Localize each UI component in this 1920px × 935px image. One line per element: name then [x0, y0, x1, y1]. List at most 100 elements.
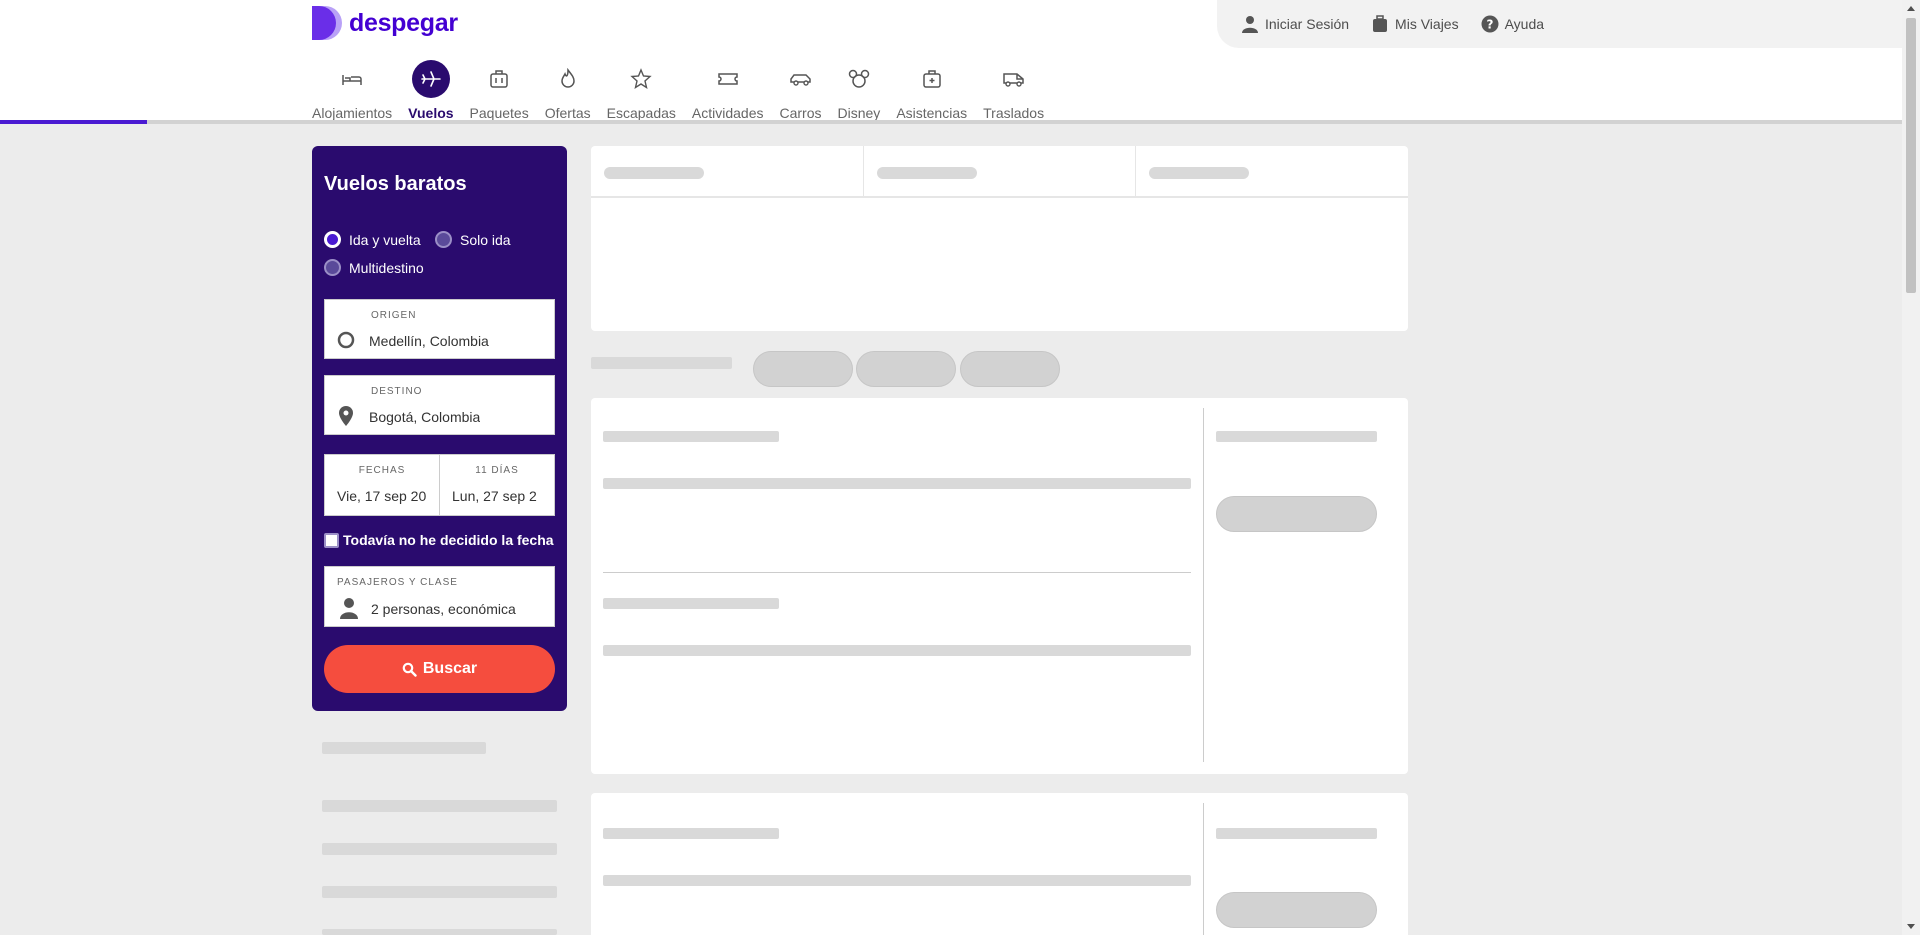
skeleton-bar — [603, 875, 1191, 886]
skeleton-button — [1216, 496, 1377, 532]
sort-skeleton-label — [591, 357, 732, 369]
user-icon — [1242, 16, 1258, 33]
location-pin-icon — [339, 406, 353, 426]
product-nav: Alojamientos Vuelos Paquetes Ofertas Esc… — [304, 60, 1052, 121]
shuttle-icon — [995, 60, 1033, 98]
passengers-field[interactable]: PASAJEROS Y CLASE 2 personas, económica — [324, 566, 555, 627]
header: despegar Iniciar Sesión Mis Viajes ? Ayu… — [0, 0, 1902, 124]
login-link[interactable]: Iniciar Sesión — [1241, 15, 1349, 33]
radio-icon — [324, 259, 341, 276]
my-trips-link[interactable]: Mis Viajes — [1371, 15, 1459, 33]
radio-selected-icon — [324, 231, 341, 248]
scroll-down-arrow-icon[interactable] — [1907, 924, 1915, 929]
origin-circle-icon — [337, 331, 355, 349]
nav-item-alojamientos[interactable]: Alojamientos — [304, 60, 400, 121]
scroll-up-arrow-icon[interactable] — [1907, 6, 1915, 11]
search-icon — [402, 662, 417, 677]
sidebar-skeleton-line — [322, 886, 557, 898]
nav-label: Traslados — [983, 105, 1045, 121]
star-icon — [622, 60, 660, 98]
nav-item-traslados[interactable]: Traslados — [975, 60, 1052, 121]
dates-field: FECHAS Vie, 17 sep 20 11 DÍAS Lun, 27 se… — [324, 454, 555, 516]
results-summary-skeleton — [591, 146, 1408, 331]
nav-label: Ofertas — [544, 105, 591, 121]
trip-type-multidestination[interactable]: Multidestino — [324, 259, 424, 276]
svg-text:?: ? — [1486, 18, 1493, 32]
loading-progress-bar — [0, 120, 1902, 124]
filter-chip-skeleton — [960, 351, 1060, 387]
summary-tab-skeleton — [1136, 146, 1408, 196]
despegar-logo-icon — [312, 6, 342, 40]
search-title: Vuelos baratos — [324, 173, 467, 195]
top-bar: Iniciar Sesión Mis Viajes ? Ayuda — [1217, 0, 1902, 48]
nav-item-carros[interactable]: Carros — [772, 60, 830, 121]
nav-item-escapadas[interactable]: Escapadas — [599, 60, 684, 121]
page-scrollbar[interactable] — [1902, 0, 1920, 935]
destination-field[interactable]: DESTINO Bogotá, Colombia — [324, 375, 555, 435]
nav-label: Actividades — [691, 105, 764, 121]
skeleton-bar — [603, 645, 1191, 656]
flight-result-skeleton — [591, 398, 1408, 774]
undecided-date-checkbox[interactable]: Todavía no he decidido la fecha — [324, 532, 554, 548]
radio-icon — [435, 231, 452, 248]
scroll-thumb[interactable] — [1906, 18, 1916, 293]
trip-type-label: Multidestino — [349, 259, 424, 276]
checkbox-icon — [324, 532, 339, 548]
search-button[interactable]: Buscar — [324, 645, 555, 693]
filter-chip-skeleton — [856, 351, 956, 387]
brand-name: despegar — [349, 8, 458, 37]
divider — [1203, 408, 1204, 762]
my-trips-label: Mis Viajes — [1395, 16, 1459, 32]
help-link[interactable]: ? Ayuda — [1481, 15, 1544, 33]
skeleton-bar — [1149, 167, 1250, 179]
return-date-value: Lun, 27 sep 2 — [452, 488, 537, 504]
nav-item-vuelos[interactable]: Vuelos — [400, 60, 461, 121]
nav-item-actividades[interactable]: Actividades — [684, 60, 772, 121]
summary-tab-skeleton — [864, 146, 1137, 196]
departure-date-value: Vie, 17 sep 20 — [337, 488, 427, 504]
nav-label: Alojamientos — [312, 105, 393, 121]
trip-type-roundtrip[interactable]: Ida y vuelta — [324, 231, 421, 248]
skeleton-bar — [1216, 828, 1377, 839]
skeleton-button — [1216, 892, 1377, 928]
luggage-icon — [480, 60, 518, 98]
filter-chip-skeleton — [753, 351, 853, 387]
divider — [603, 572, 1191, 573]
nav-label: Vuelos — [408, 105, 454, 121]
nav-label: Asistencias — [896, 105, 968, 121]
departure-date-field[interactable]: FECHAS Vie, 17 sep 20 — [325, 455, 439, 515]
nav-label: Paquetes — [469, 105, 529, 121]
trip-type-oneway[interactable]: Solo ida — [435, 231, 511, 248]
destination-value: Bogotá, Colombia — [369, 409, 481, 425]
bed-icon — [333, 60, 371, 98]
help-icon: ? — [1481, 15, 1499, 33]
trip-type-label: Solo ida — [460, 231, 511, 248]
skeleton-bar — [876, 167, 977, 179]
skeleton-bar — [603, 431, 779, 442]
brand-logo[interactable]: despegar — [312, 6, 458, 40]
passengers-value: 2 personas, económica — [371, 601, 516, 617]
plane-icon — [411, 60, 450, 98]
search-button-label: Buscar — [422, 660, 478, 677]
skeleton-bar — [604, 167, 704, 179]
return-date-field[interactable]: 11 DÍAS Lun, 27 sep 2 — [439, 455, 554, 515]
summary-tab-skeleton — [591, 146, 864, 196]
sidebar-skeleton-line — [322, 843, 557, 855]
nav-item-asistencias[interactable]: Asistencias — [888, 60, 975, 121]
trip-length-label: 11 DÍAS — [475, 465, 519, 476]
help-label: Ayuda — [1504, 16, 1545, 32]
skeleton-bar — [1216, 431, 1377, 442]
flight-result-skeleton — [591, 793, 1408, 935]
departure-date-label: FECHAS — [358, 465, 406, 476]
summary-tabs-skeleton — [591, 146, 1408, 198]
skeleton-bar — [603, 598, 779, 609]
login-label: Iniciar Sesión — [1265, 16, 1350, 32]
nav-item-ofertas[interactable]: Ofertas — [537, 60, 599, 121]
sidebar-skeleton-line — [322, 800, 557, 812]
nav-item-paquetes[interactable]: Paquetes — [462, 60, 537, 121]
undecided-date-label: Todavía no he decidido la fecha — [343, 532, 554, 548]
origin-field[interactable]: ORIGEN Medellín, Colombia — [324, 299, 555, 359]
sidebar-skeleton-line — [322, 929, 557, 935]
ticket-icon — [709, 60, 747, 98]
nav-item-disney[interactable]: Disney — [830, 60, 889, 121]
